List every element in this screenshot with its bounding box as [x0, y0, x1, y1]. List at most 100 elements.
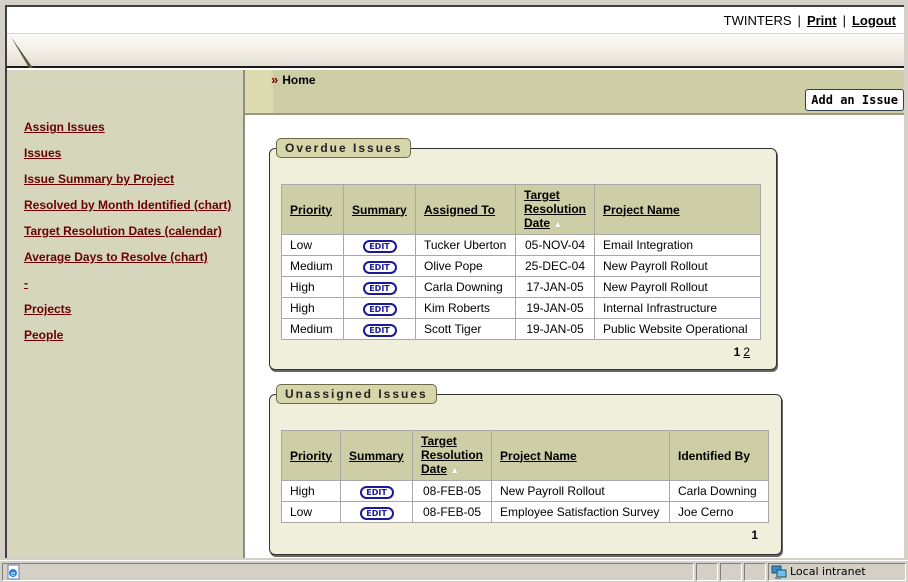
sidebar-link[interactable]: Resolved by Month Identified (chart)	[24, 198, 231, 212]
column-header-identified-by: Identified By	[669, 430, 770, 481]
sidebar-separator[interactable]: -	[24, 276, 231, 302]
sort-link[interactable]: Assigned To	[424, 203, 495, 217]
sort-link[interactable]: Summary	[349, 449, 404, 463]
sort-link[interactable]: Summary	[352, 203, 407, 217]
cell-target-date: 08-FEB-05	[412, 480, 493, 502]
current-page: 1	[751, 528, 758, 542]
double-chevron-right-icon: »	[271, 72, 279, 87]
add-issue-button[interactable]: Add an Issue	[805, 89, 904, 111]
table-row: High EDIT Carla Downing 17-JAN-05 New Payrol…	[281, 276, 761, 298]
sidebar-link[interactable]: People	[24, 328, 63, 342]
sidebar-item-assign-issues[interactable]: Assign Issues	[24, 120, 231, 146]
table-row: High EDIT Kim Roberts 19-JAN-05 Internal Inf…	[281, 297, 761, 319]
sort-link[interactable]: Priority	[290, 203, 332, 217]
cell-assigned-to: Scott Tiger	[415, 318, 516, 340]
print-link[interactable]: Print	[807, 13, 837, 28]
cell-summary: EDIT	[343, 297, 416, 319]
cell-assigned-to: Carla Downing	[415, 276, 516, 298]
user-links: TWINTERS | Print | Logout	[724, 13, 896, 28]
sidebar-link[interactable]: Projects	[24, 302, 71, 316]
sidebar-item-target-resolution-dates[interactable]: Target Resolution Dates (calendar)	[24, 224, 231, 250]
sort-link[interactable]: Project Name	[500, 449, 577, 463]
sidebar-item-issue-summary[interactable]: Issue Summary by Project	[24, 172, 231, 198]
cell-target-date: 25-DEC-04	[515, 255, 595, 277]
overdue-issues-table: Priority Summary Assigned To Target Resol…	[281, 184, 761, 340]
cell-target-date: 08-FEB-05	[412, 501, 493, 523]
cell-priority: High	[281, 276, 344, 298]
sidebar-link[interactable]: Average Days to Resolve (chart)	[24, 250, 208, 264]
logout-link[interactable]: Logout	[852, 13, 896, 28]
zone-label: Local intranet	[790, 565, 866, 578]
cell-priority: Low	[280, 501, 342, 523]
sidebar-item-average-days[interactable]: Average Days to Resolve (chart)	[24, 250, 231, 276]
status-pane	[744, 563, 766, 581]
sort-link[interactable]: Date	[524, 216, 550, 230]
cell-summary: EDIT	[343, 255, 416, 277]
sort-link[interactable]: Date	[421, 462, 447, 476]
column-header-target-date[interactable]: Target Resolution Date ▲	[412, 430, 493, 481]
cell-identified-by: Joe Cerno	[669, 501, 770, 523]
current-page: 1	[733, 345, 741, 359]
sidebar-link[interactable]: Assign Issues	[24, 120, 105, 134]
unassigned-issues-region: Unassigned Issues Priority Summary Targe…	[269, 384, 782, 555]
sidebar-item-issues[interactable]: Issues	[24, 146, 231, 172]
column-label: Identified By	[678, 448, 751, 463]
cell-summary: EDIT	[340, 501, 414, 523]
overdue-issues-region: Overdue Issues Priority Summary Assigned…	[269, 138, 777, 370]
cell-project-name: Internal Infrastructure	[594, 297, 761, 319]
edit-button[interactable]: EDIT	[362, 302, 397, 316]
cell-project-name: New Payroll Rollout	[594, 276, 761, 298]
column-header-project-name[interactable]: Project Name	[594, 184, 761, 235]
region-title: Unassigned Issues	[276, 384, 437, 404]
cell-project-name: Email Integration	[594, 234, 761, 256]
cell-summary: EDIT	[340, 480, 414, 502]
sidebar-item-resolved-by-month[interactable]: Resolved by Month Identified (chart)	[24, 198, 231, 224]
sort-link[interactable]: Target	[421, 434, 457, 448]
sort-link[interactable]: Resolution	[524, 202, 586, 216]
cell-project-name: Employee Satisfaction Survey	[491, 501, 671, 523]
overdue-table-body: Low EDIT Tucker Uberton 05-NOV-04 Email Inte…	[281, 234, 761, 340]
sidebar-link[interactable]: Target Resolution Dates (calendar)	[24, 224, 222, 238]
cell-priority: Low	[281, 234, 344, 256]
sidebar-item-projects[interactable]: Projects	[24, 302, 231, 328]
column-header-target-date[interactable]: Target Resolution Date ▲	[515, 184, 595, 235]
breadcrumb-bar: » Home Add an Issue	[245, 70, 904, 115]
cell-priority: High	[280, 480, 342, 502]
cell-target-date: 19-JAN-05	[515, 297, 595, 319]
edit-button[interactable]: EDIT	[359, 506, 394, 520]
table-header-row: Priority Summary Assigned To Target Resol…	[281, 184, 761, 235]
sort-link[interactable]: Priority	[290, 449, 332, 463]
sidebar: Assign Issues Issues Issue Summary by Pr…	[7, 70, 245, 558]
sort-link[interactable]: Resolution	[421, 448, 483, 462]
column-header-assigned-to[interactable]: Assigned To	[415, 184, 516, 235]
edit-button[interactable]: EDIT	[362, 323, 397, 337]
edit-button[interactable]: EDIT	[362, 281, 397, 295]
pagination: 1	[751, 528, 758, 542]
cell-project-name: Public Website Operational	[594, 318, 761, 340]
sidebar-link[interactable]: -	[24, 276, 28, 290]
sidebar-item-people[interactable]: People	[24, 328, 231, 354]
cell-summary: EDIT	[343, 234, 416, 256]
column-header-project-name[interactable]: Project Name	[491, 430, 671, 481]
page-link-2[interactable]: 2	[743, 345, 750, 359]
column-header-priority[interactable]: Priority	[281, 184, 344, 235]
table-row: Medium EDIT Scott Tiger 19-JAN-05 Public Web…	[281, 318, 761, 340]
breadcrumb-current: Home	[282, 73, 316, 87]
column-header-summary[interactable]: Summary	[343, 184, 416, 235]
cell-project-name: New Payroll Rollout	[491, 480, 671, 502]
edit-button[interactable]: EDIT	[362, 260, 397, 274]
sidebar-nav: Assign Issues Issues Issue Summary by Pr…	[24, 120, 231, 354]
edit-button[interactable]: EDIT	[362, 239, 397, 253]
column-header-summary[interactable]: Summary	[340, 430, 414, 481]
sort-link[interactable]: Target	[524, 188, 560, 202]
sort-link[interactable]: Project Name	[603, 203, 680, 217]
sidebar-link[interactable]: Issues	[24, 146, 61, 160]
column-header-priority[interactable]: Priority	[280, 430, 342, 481]
status-pane	[720, 563, 742, 581]
separator: |	[797, 13, 801, 28]
edit-button[interactable]: EDIT	[359, 485, 394, 499]
status-main-pane: e	[2, 563, 694, 581]
cell-priority: High	[281, 297, 344, 319]
sidebar-link[interactable]: Issue Summary by Project	[24, 172, 174, 186]
cell-target-date: 19-JAN-05	[515, 318, 595, 340]
